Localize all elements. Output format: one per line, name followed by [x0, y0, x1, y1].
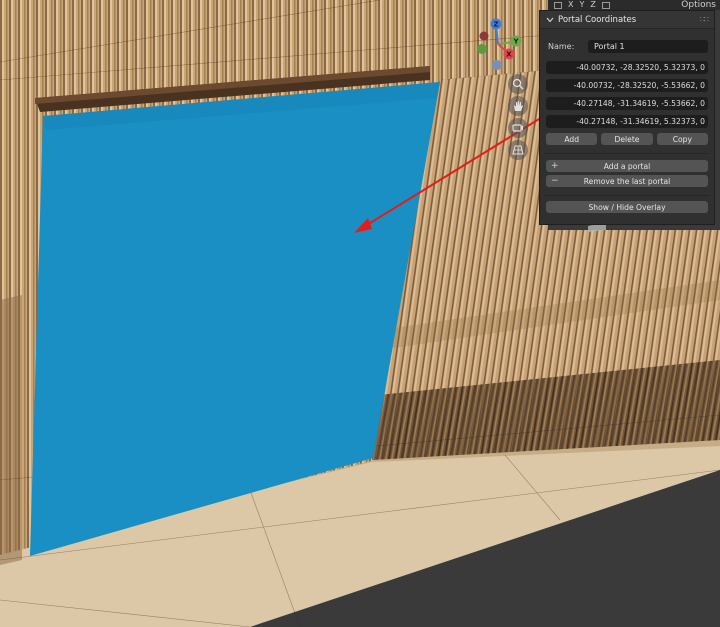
options-menu[interactable]: Options: [681, 0, 720, 10]
minus-icon: −: [551, 176, 559, 186]
y-axis-dot[interactable]: Y: [510, 35, 522, 47]
coordinate-field-3[interactable]: -40.27148, -31.34619, -5.53662, 0: [546, 97, 708, 110]
remove-last-portal-button[interactable]: − Remove the last portal: [546, 175, 708, 187]
zoom-icon: [512, 78, 524, 90]
x-axis-label: X: [506, 51, 512, 59]
add-portal-button[interactable]: + Add a portal: [546, 160, 708, 172]
z-axis-dot[interactable]: Z: [490, 18, 502, 30]
z-axis-label: Z: [493, 21, 498, 29]
neg-z-axis-dot[interactable]: [492, 60, 502, 70]
zoom-button[interactable]: [508, 74, 528, 94]
camera-icon: [512, 124, 523, 132]
name-label: Name:: [548, 41, 575, 51]
y-axis-label: Y: [512, 38, 519, 46]
overlay-label: Show / Hide Overlay: [588, 202, 666, 212]
panel-header[interactable]: Portal Coordinates ∷∷: [540, 11, 714, 29]
axis-z-toggle[interactable]: Z: [590, 1, 595, 9]
chevron-down-icon: [546, 17, 554, 22]
axis-y-toggle[interactable]: Y: [579, 1, 584, 9]
divider: [544, 195, 710, 196]
snap-icon[interactable]: [601, 1, 610, 9]
coordinate-list: -40.00732, -28.32520, 5.32373, 0 -40.007…: [546, 61, 708, 128]
perspective-toggle-button[interactable]: [508, 140, 528, 160]
navigation-gizmo[interactable]: Z Y X: [474, 18, 524, 76]
grid-icon: [512, 145, 524, 155]
drag-grip-icon[interactable]: ∷∷: [700, 15, 709, 24]
coordinate-field-4[interactable]: -40.27148, -31.34619, 5.32373, 0: [546, 115, 708, 128]
delete-button[interactable]: Delete: [601, 133, 653, 145]
add-button[interactable]: Add: [546, 133, 598, 145]
neg-y-axis-dot[interactable]: [477, 44, 487, 54]
name-row: Name: Portal 1: [548, 39, 708, 53]
hand-icon: [514, 101, 523, 111]
plus-icon: +: [551, 161, 559, 171]
toggle-overlay-button[interactable]: Show / Hide Overlay: [546, 201, 708, 213]
neg-x-axis-dot[interactable]: [479, 31, 489, 41]
axis-x-toggle[interactable]: X: [568, 1, 573, 9]
panel-title: Portal Coordinates: [558, 14, 637, 25]
x-axis-dot[interactable]: X: [503, 48, 515, 60]
divider: [544, 153, 710, 154]
remove-portal-label: Remove the last portal: [583, 176, 671, 186]
coordinate-field-1[interactable]: -40.00732, -28.32520, 5.32373, 0: [546, 61, 708, 74]
camera-view-button[interactable]: [508, 118, 528, 138]
portal-name-field[interactable]: Portal 1: [588, 39, 708, 53]
3d-viewport[interactable]: X Y Z Options Z Y X Portal Coordinates ∷…: [0, 0, 720, 627]
pan-button[interactable]: [508, 96, 528, 116]
add-portal-label: Add a portal: [603, 161, 651, 171]
portal-coordinates-panel: Portal Coordinates ∷∷ Name: Portal 1 -40…: [539, 10, 715, 225]
coordinate-field-2[interactable]: -40.00732, -28.32520, -5.53662, 0: [546, 79, 708, 92]
viewport-header: X Y Z Options: [548, 0, 720, 10]
overlay-icon[interactable]: [554, 1, 562, 9]
coordinate-actions: Add Delete Copy: [546, 133, 708, 145]
copy-button[interactable]: Copy: [656, 133, 708, 145]
